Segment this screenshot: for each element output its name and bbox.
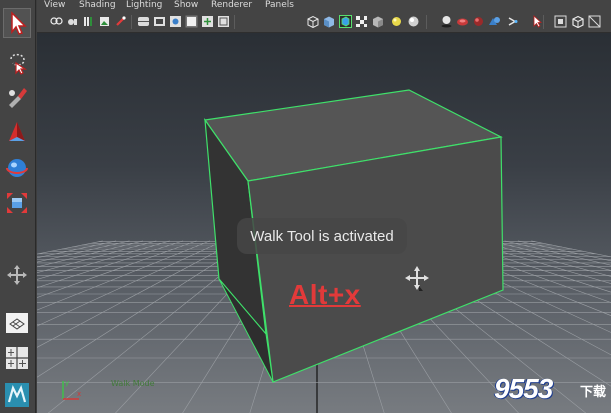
walk-tool-tooltip: Walk Tool is activated bbox=[237, 218, 407, 254]
watermark-main: 9553 bbox=[494, 373, 553, 404]
field-chart-icon[interactable] bbox=[201, 15, 214, 28]
menu-panels[interactable]: Panels bbox=[265, 0, 294, 11]
safe-action-icon[interactable] bbox=[217, 15, 230, 28]
layout-single-button[interactable] bbox=[3, 308, 31, 338]
wireframe-icon[interactable] bbox=[306, 15, 319, 28]
tooltip-text: Walk Tool is activated bbox=[250, 227, 394, 245]
select-tool-button[interactable] bbox=[3, 8, 31, 38]
textured-icon[interactable] bbox=[355, 15, 368, 28]
scale-tool-icon bbox=[7, 193, 27, 213]
isolate-select-icon[interactable] bbox=[554, 15, 567, 28]
scale-tool-button[interactable] bbox=[3, 188, 31, 218]
bookmarks-icon[interactable] bbox=[82, 15, 95, 28]
grid-icon[interactable] bbox=[137, 15, 150, 28]
panel-toolbar bbox=[37, 11, 611, 33]
rotate-tool-icon bbox=[6, 159, 28, 177]
select-tool-icon bbox=[11, 11, 27, 35]
site-watermark: 9553 下载 bbox=[492, 373, 611, 411]
depth-of-field-icon[interactable] bbox=[506, 15, 519, 28]
menu-show[interactable]: Show bbox=[174, 0, 198, 11]
layout-quad-button[interactable] bbox=[3, 343, 31, 373]
menu-shading[interactable]: Shading bbox=[79, 0, 116, 11]
menu-lighting[interactable]: Lighting bbox=[126, 0, 162, 11]
resolution-gate-icon[interactable] bbox=[169, 15, 182, 28]
manipulator-button[interactable] bbox=[3, 260, 31, 290]
shadows-icon[interactable] bbox=[440, 15, 453, 28]
select-mode-icon[interactable] bbox=[531, 15, 544, 28]
lasso-tool-button[interactable] bbox=[3, 47, 31, 77]
move-tool-icon bbox=[9, 122, 25, 141]
axis-indicator: y x bbox=[62, 379, 81, 400]
paint-select-tool-icon bbox=[9, 88, 27, 108]
wireframe-on-shaded-icon[interactable] bbox=[339, 15, 352, 28]
maya-app-button[interactable] bbox=[3, 380, 31, 410]
camera-attributes-icon[interactable] bbox=[66, 15, 79, 28]
axis-x-label: x bbox=[77, 390, 81, 398]
xray-joints-icon[interactable] bbox=[588, 15, 601, 28]
xray-icon[interactable] bbox=[571, 15, 584, 28]
lasso-tool-icon bbox=[10, 53, 27, 75]
layout-quad-icon bbox=[6, 347, 28, 369]
2d-pan-zoom-icon[interactable] bbox=[114, 15, 127, 28]
menu-view[interactable]: View bbox=[44, 0, 65, 11]
watermark-sub: 下载 bbox=[580, 385, 607, 400]
layout-single-icon bbox=[6, 313, 28, 333]
panel-menubar: View Shading Lighting Show Renderer Pane… bbox=[37, 0, 611, 11]
film-gate-icon[interactable] bbox=[153, 15, 166, 28]
paint-select-tool-button[interactable] bbox=[3, 82, 31, 112]
anti-aliasing-icon[interactable] bbox=[488, 15, 501, 28]
menu-renderer[interactable]: Renderer bbox=[211, 0, 252, 11]
maya-window: View Shading Lighting Show Renderer Pane… bbox=[0, 0, 611, 413]
select-camera-icon[interactable] bbox=[50, 15, 63, 28]
lighting-icon[interactable] bbox=[371, 15, 384, 28]
shortcut-label: Alt+x bbox=[289, 279, 361, 310]
manipulator-icon bbox=[7, 265, 27, 285]
smooth-shade-icon[interactable] bbox=[322, 15, 335, 28]
gate-mask-icon[interactable] bbox=[185, 15, 198, 28]
axis-y-label: y bbox=[65, 379, 69, 387]
maya-app-icon bbox=[5, 383, 29, 407]
motion-blur-icon[interactable] bbox=[472, 15, 485, 28]
3d-viewport[interactable]: Walk Tool is activated Alt+x Walk Mode y… bbox=[37, 33, 611, 413]
image-plane-icon[interactable] bbox=[98, 15, 111, 28]
move-tool-button[interactable] bbox=[3, 117, 31, 147]
all-lights-icon[interactable] bbox=[407, 15, 420, 28]
toolbox bbox=[0, 0, 36, 413]
viewport-status-text: Walk Mode bbox=[111, 379, 155, 388]
rotate-tool-button[interactable] bbox=[3, 152, 31, 182]
screen-space-ao-icon[interactable] bbox=[456, 15, 469, 28]
default-light-icon[interactable] bbox=[390, 15, 403, 28]
